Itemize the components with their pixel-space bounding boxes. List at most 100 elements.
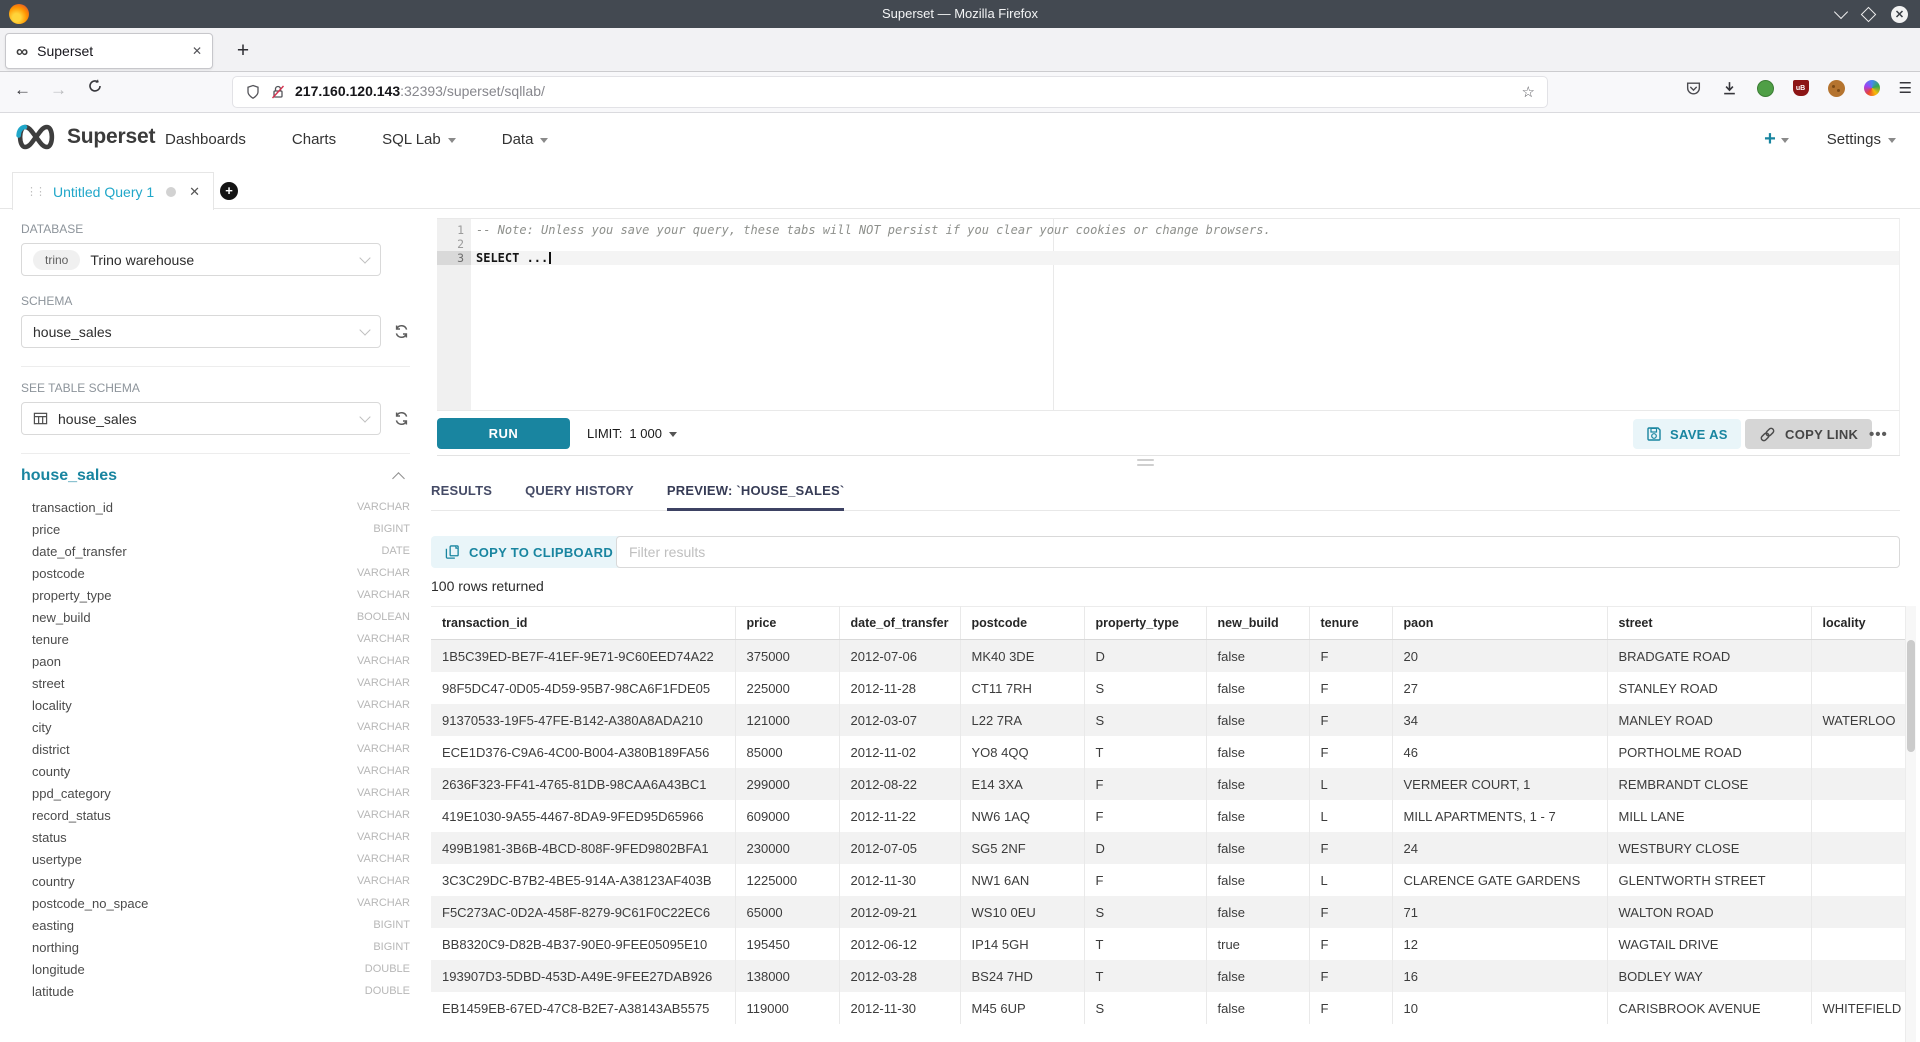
nav-item-data[interactable]: Data [502, 131, 549, 148]
new-item-button[interactable]: + [1764, 128, 1789, 151]
results-tab-query-history[interactable]: QUERY HISTORY [525, 480, 634, 511]
column-header[interactable]: locality [1811, 607, 1905, 640]
schema-column-row: postcodeVARCHAR [21, 562, 410, 584]
table-row[interactable]: 91370533-19F5-47FE-B142-A380A8ADA2101210… [431, 704, 1905, 736]
limit-dropdown[interactable]: LIMIT: 1 000 [587, 411, 677, 455]
url-bar[interactable]: 217.160.120.143:32393/superset/sqllab/ ☆ [233, 77, 1547, 107]
bookmark-star-icon[interactable]: ☆ [1522, 83, 1535, 101]
collapse-table-chevron-icon[interactable] [392, 472, 405, 485]
query-tab-close-icon[interactable]: ✕ [189, 184, 200, 200]
tab-close-icon[interactable]: ✕ [192, 44, 202, 58]
table-cell: STANLEY ROAD [1607, 672, 1811, 704]
refresh-tables-icon[interactable] [393, 410, 410, 427]
table-row[interactable]: 98F5DC47-0D05-4D59-95B7-98CA6F1FDE052250… [431, 672, 1905, 704]
forward-button[interactable]: → [50, 80, 67, 100]
run-button[interactable]: RUN [437, 418, 570, 449]
schema-column-row: streetVARCHAR [21, 672, 410, 694]
table-row[interactable]: 2636F323-FF41-4765-81DB-98CAA6A43BC12990… [431, 768, 1905, 800]
settings-label: Settings [1827, 131, 1881, 148]
reload-button[interactable] [87, 78, 103, 94]
window-close-icon[interactable]: ✕ [1891, 6, 1908, 23]
table-row[interactable]: 193907D3-5DBD-453D-A49E-9FEE27DAB9261380… [431, 960, 1905, 992]
extension-privacy-icon[interactable] [1757, 80, 1774, 97]
column-header[interactable]: tenure [1309, 607, 1392, 640]
nav-item-sql-lab[interactable]: SQL Lab [382, 131, 456, 148]
results-tab-results[interactable]: RESULTS [431, 480, 492, 511]
back-button[interactable]: ← [14, 80, 31, 100]
sql-editor[interactable]: 123 -- Note: Unless you save your query,… [437, 218, 1900, 411]
insecure-lock-icon[interactable] [270, 84, 286, 100]
copy-to-clipboard-label: COPY TO CLIPBOARD [469, 545, 613, 560]
table-row[interactable]: 499B1981-3B6B-4BCD-808F-9FED9802BFA12300… [431, 832, 1905, 864]
schema-column-row: longitudeDOUBLE [21, 958, 410, 980]
column-header[interactable]: transaction_id [431, 607, 735, 640]
table-select[interactable]: house_sales [21, 402, 381, 435]
pocket-icon[interactable] [1685, 80, 1702, 97]
results-tab-preview-house-sales[interactable]: PREVIEW: `HOUSE_SALES` [667, 480, 845, 511]
filter-results-input[interactable] [616, 536, 1900, 568]
save-as-button[interactable]: SAVE AS [1633, 419, 1741, 449]
settings-menu[interactable]: Settings [1827, 131, 1896, 148]
new-tab-button[interactable]: + [228, 36, 258, 66]
table-row[interactable]: BB8320C9-D82B-4B37-90E0-9FEE05095E101954… [431, 928, 1905, 960]
column-type: VARCHAR [357, 831, 410, 843]
table-value: house_sales [58, 411, 351, 427]
refresh-schemas-icon[interactable] [393, 323, 410, 340]
copy-link-button[interactable]: COPY LINK [1745, 419, 1872, 449]
pane-resize-grip[interactable] [1137, 459, 1154, 469]
table-row[interactable]: 1B5C39ED-BE7F-41EF-9E71-9C60EED74A223750… [431, 640, 1905, 673]
column-type: VARCHAR [357, 743, 410, 755]
window-title: Superset — Mozilla Firefox [0, 0, 1920, 28]
column-header[interactable]: street [1607, 607, 1811, 640]
query-tab-untitled-1[interactable]: ⋮⋮ Untitled Query 1 ✕ [12, 172, 214, 210]
column-header[interactable]: postcode [960, 607, 1084, 640]
schema-column-row: districtVARCHAR [21, 738, 410, 760]
table-row[interactable]: 419E1030-9A55-4467-8DA9-9FED95D659666090… [431, 800, 1905, 832]
extension-pinwheel-icon[interactable] [1864, 80, 1880, 96]
column-header[interactable]: date_of_transfer [839, 607, 960, 640]
table-cell: 2012-06-12 [839, 928, 960, 960]
window-maximize-icon[interactable] [1861, 6, 1877, 22]
table-cell: false [1206, 768, 1309, 800]
column-header[interactable]: paon [1392, 607, 1607, 640]
drag-handle-icon[interactable]: ⋮⋮ [26, 185, 44, 198]
database-select[interactable]: trino Trino warehouse [21, 243, 381, 276]
shield-icon[interactable] [245, 84, 261, 100]
copy-to-clipboard-button[interactable]: COPY TO CLIPBOARD [431, 536, 627, 568]
more-options-button[interactable]: ••• [1869, 419, 1888, 449]
table-row[interactable]: F5C273AC-0D2A-458F-8279-9C61F0C22EC66500… [431, 896, 1905, 928]
column-header[interactable]: new_build [1206, 607, 1309, 640]
window-minimize-icon[interactable] [1834, 5, 1848, 19]
add-query-tab-button[interactable]: + [216, 178, 242, 204]
downloads-icon[interactable] [1721, 80, 1738, 97]
table-cell: false [1206, 864, 1309, 896]
table-icon [33, 411, 48, 426]
table-cell [1811, 736, 1905, 768]
nav-item-charts[interactable]: Charts [292, 131, 336, 148]
chevron-down-icon [359, 324, 370, 335]
schema-column-row: cityVARCHAR [21, 716, 410, 738]
schema-select[interactable]: house_sales [21, 315, 381, 348]
ublock-origin-icon[interactable]: uB [1793, 80, 1809, 96]
column-name: city [21, 720, 357, 735]
database-label: DATABASE [21, 222, 83, 236]
column-header[interactable]: property_type [1084, 607, 1206, 640]
table-cell: F [1084, 768, 1206, 800]
table-row[interactable]: ECE1D376-C9A6-4C00-B004-A380B189FA568500… [431, 736, 1905, 768]
table-row[interactable]: EB1459EB-67ED-47C8-B2E7-A38143AB55751190… [431, 992, 1905, 1024]
table-cell: BS24 7HD [960, 960, 1084, 992]
table-cell: 91370533-19F5-47FE-B142-A380A8ADA210 [431, 704, 735, 736]
results-scrollbar-thumb[interactable] [1907, 640, 1915, 752]
browser-toolbar: ← → 217.160.120.143:32393/superset/sqlla… [0, 72, 1920, 113]
table-cell: F [1309, 640, 1392, 673]
table-cell: 2012-03-28 [839, 960, 960, 992]
table-cell: WESTBURY CLOSE [1607, 832, 1811, 864]
nav-item-dashboards[interactable]: Dashboards [165, 131, 246, 148]
table-row[interactable]: 3C3C29DC-B7B2-4BE5-914A-A38123AF403B1225… [431, 864, 1905, 896]
schema-column-row: record_statusVARCHAR [21, 804, 410, 826]
cookie-extension-icon[interactable] [1828, 80, 1845, 97]
column-header[interactable]: price [735, 607, 839, 640]
menu-hamburger-icon[interactable]: ☰ [1899, 79, 1912, 97]
browser-tab-superset[interactable]: ∞ Superset ✕ [5, 33, 213, 69]
superset-brand[interactable]: Superset [14, 122, 155, 152]
